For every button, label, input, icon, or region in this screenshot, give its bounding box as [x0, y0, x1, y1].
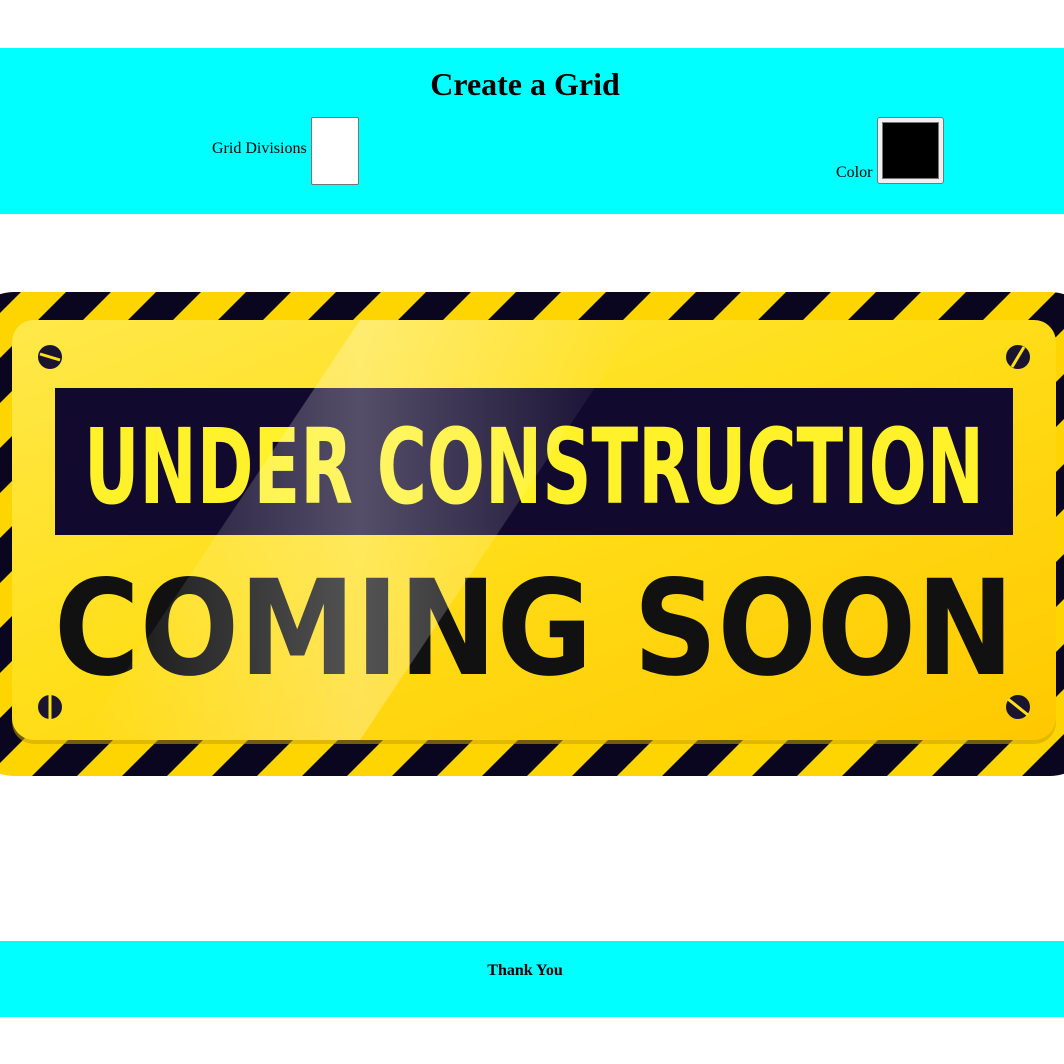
- screw-icon: [1006, 695, 1030, 719]
- footer-bar: Thank You: [0, 941, 1064, 1017]
- grid-divisions-label: Grid Divisions: [212, 140, 307, 157]
- construction-sign-graphic: UNDER CONSTRUCTION COMING SOON: [0, 292, 1064, 776]
- color-label: Color: [836, 164, 873, 181]
- under-construction-sign: UNDER CONSTRUCTION COMING SOON: [0, 290, 1064, 778]
- screw-icon: [38, 345, 62, 369]
- page-title: Create a Grid: [430, 66, 620, 102]
- footer-text: Thank You: [487, 962, 563, 979]
- grid-divisions-input[interactable]: [311, 117, 359, 185]
- screw-icon: [1006, 345, 1030, 369]
- screw-icon: [38, 695, 62, 719]
- header-bar: Create a Grid Grid Divisions Color: [0, 48, 1064, 214]
- color-swatch: [882, 122, 939, 179]
- color-picker[interactable]: [877, 117, 944, 184]
